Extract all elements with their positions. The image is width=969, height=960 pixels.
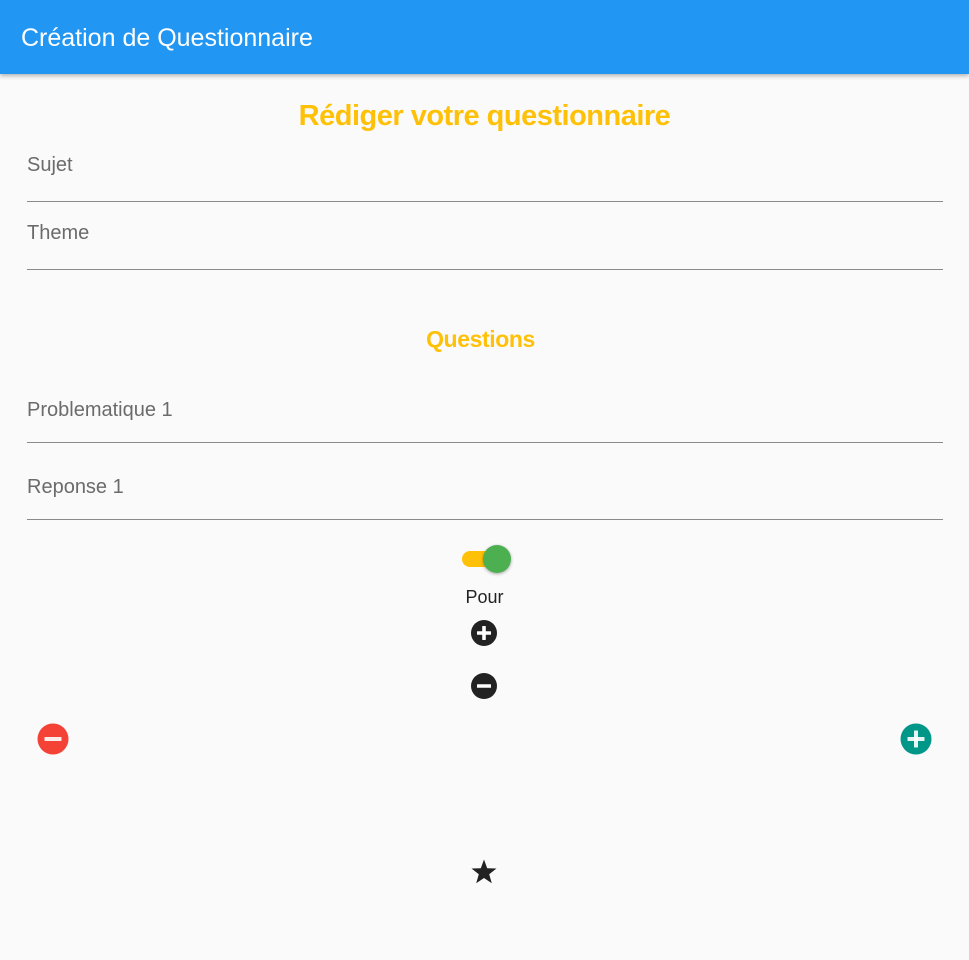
toggle-label: Pour	[465, 587, 504, 607]
submit-star-button[interactable]	[470, 858, 498, 886]
add-question-button[interactable]	[900, 723, 932, 755]
star-icon	[471, 859, 497, 884]
sujet-input[interactable]	[27, 148, 943, 201]
add-circle-icon	[900, 723, 932, 755]
remove-question-button[interactable]	[37, 723, 69, 755]
app-title: Création de Questionnaire	[21, 24, 313, 52]
answer-field[interactable]	[27, 468, 943, 520]
remove-answer-button[interactable]	[470, 672, 498, 700]
page-heading: Rédiger votre questionnaire	[298, 100, 671, 132]
answer-input[interactable]	[27, 468, 943, 519]
add-circle-icon	[471, 620, 497, 646]
pour-toggle[interactable]	[461, 545, 513, 573]
problem-field[interactable]	[27, 391, 943, 443]
remove-circle-icon	[471, 673, 497, 699]
sujet-field[interactable]	[27, 148, 943, 202]
theme-input[interactable]	[27, 216, 943, 269]
theme-field[interactable]	[27, 216, 943, 270]
remove-circle-icon	[37, 723, 69, 755]
questions-heading: Questions	[426, 326, 535, 352]
add-answer-button[interactable]	[470, 619, 498, 647]
app-bar: Création de Questionnaire	[0, 0, 969, 74]
toggle-thumb	[483, 545, 511, 573]
problem-input[interactable]	[27, 391, 943, 442]
